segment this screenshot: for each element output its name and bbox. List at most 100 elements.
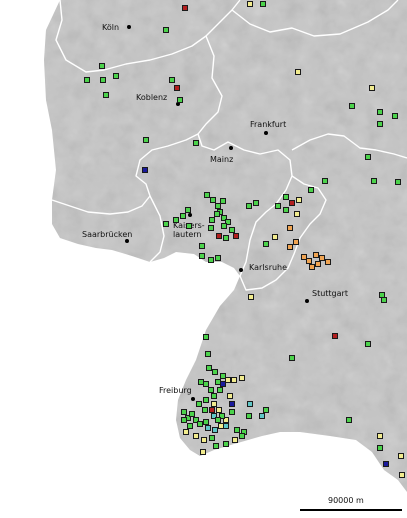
- station-marker-green[interactable]: [209, 217, 215, 223]
- station-marker-red[interactable]: [332, 333, 338, 339]
- station-marker-green[interactable]: [395, 179, 401, 185]
- station-marker-green[interactable]: [283, 207, 289, 213]
- station-marker-cyan[interactable]: [205, 425, 211, 431]
- station-marker-orange[interactable]: [287, 225, 293, 231]
- station-marker-green[interactable]: [143, 137, 149, 143]
- station-marker-green[interactable]: [84, 77, 90, 83]
- station-marker-green[interactable]: [103, 92, 109, 98]
- station-marker-green[interactable]: [186, 223, 192, 229]
- station-marker-yellow[interactable]: [232, 437, 238, 443]
- station-marker-green[interactable]: [217, 387, 223, 393]
- station-marker-blue[interactable]: [142, 167, 148, 173]
- station-marker-green[interactable]: [253, 200, 259, 206]
- station-marker-green[interactable]: [100, 77, 106, 83]
- station-marker-yellow[interactable]: [183, 429, 189, 435]
- station-marker-green[interactable]: [365, 154, 371, 160]
- station-marker-green[interactable]: [213, 443, 219, 449]
- station-marker-red[interactable]: [289, 200, 295, 206]
- station-marker-green[interactable]: [202, 407, 208, 413]
- station-marker-green[interactable]: [381, 297, 387, 303]
- station-marker-green[interactable]: [208, 225, 214, 231]
- station-marker-yellow[interactable]: [296, 197, 302, 203]
- station-marker-orange[interactable]: [325, 259, 331, 265]
- station-marker-green[interactable]: [199, 243, 205, 249]
- station-marker-green[interactable]: [163, 221, 169, 227]
- station-marker-yellow[interactable]: [248, 294, 254, 300]
- station-marker-green[interactable]: [377, 445, 383, 451]
- station-marker-green[interactable]: [203, 397, 209, 403]
- city-label: Koblenz: [136, 93, 168, 102]
- station-marker-blue[interactable]: [229, 401, 235, 407]
- station-marker-green[interactable]: [239, 433, 245, 439]
- station-marker-green[interactable]: [263, 241, 269, 247]
- station-marker-green[interactable]: [177, 97, 183, 103]
- station-marker-green[interactable]: [180, 213, 186, 219]
- station-marker-yellow[interactable]: [398, 453, 404, 459]
- map-view[interactable]: KölnKoblenzFrankfurtMainzSaarbrückenKais…: [0, 0, 407, 518]
- station-marker-yellow[interactable]: [377, 433, 383, 439]
- station-marker-green[interactable]: [260, 1, 266, 7]
- station-marker-green[interactable]: [371, 178, 377, 184]
- station-marker-green[interactable]: [229, 409, 235, 415]
- station-marker-green[interactable]: [223, 235, 229, 241]
- station-marker-yellow[interactable]: [227, 393, 233, 399]
- station-marker-orange[interactable]: [315, 261, 321, 267]
- station-marker-green[interactable]: [208, 257, 214, 263]
- station-marker-green[interactable]: [163, 27, 169, 33]
- station-marker-green[interactable]: [212, 369, 218, 375]
- station-marker-green[interactable]: [221, 223, 227, 229]
- station-marker-green[interactable]: [113, 73, 119, 79]
- station-marker-green[interactable]: [169, 77, 175, 83]
- station-marker-green[interactable]: [377, 109, 383, 115]
- station-marker-blue[interactable]: [220, 381, 226, 387]
- station-marker-green[interactable]: [223, 441, 229, 447]
- station-marker-blue[interactable]: [383, 461, 389, 467]
- station-marker-green[interactable]: [263, 407, 269, 413]
- station-marker-green[interactable]: [377, 121, 383, 127]
- station-marker-green[interactable]: [365, 341, 371, 347]
- station-marker-yellow[interactable]: [272, 234, 278, 240]
- station-marker-green[interactable]: [209, 435, 215, 441]
- station-marker-yellow[interactable]: [295, 69, 301, 75]
- station-marker-cyan[interactable]: [223, 423, 229, 429]
- station-marker-green[interactable]: [346, 417, 352, 423]
- station-marker-green[interactable]: [322, 178, 328, 184]
- station-marker-cyan[interactable]: [247, 401, 253, 407]
- station-marker-yellow[interactable]: [193, 433, 199, 439]
- station-marker-green[interactable]: [215, 255, 221, 261]
- station-marker-green[interactable]: [198, 379, 204, 385]
- station-marker-cyan[interactable]: [259, 413, 265, 419]
- station-marker-orange[interactable]: [309, 264, 315, 270]
- station-marker-green[interactable]: [392, 113, 398, 119]
- station-marker-yellow[interactable]: [231, 377, 237, 383]
- station-marker-yellow[interactable]: [399, 472, 405, 478]
- station-marker-green[interactable]: [308, 187, 314, 193]
- station-marker-yellow[interactable]: [239, 375, 245, 381]
- station-marker-green[interactable]: [349, 103, 355, 109]
- station-marker-green[interactable]: [289, 355, 295, 361]
- station-marker-green[interactable]: [193, 140, 199, 146]
- station-marker-yellow[interactable]: [247, 1, 253, 7]
- station-marker-yellow[interactable]: [369, 85, 375, 91]
- station-marker-red[interactable]: [182, 5, 188, 11]
- station-marker-green[interactable]: [199, 253, 205, 259]
- station-marker-green[interactable]: [211, 393, 217, 399]
- station-marker-red[interactable]: [216, 233, 222, 239]
- station-marker-yellow[interactable]: [200, 449, 206, 455]
- station-marker-green[interactable]: [246, 413, 252, 419]
- station-marker-green[interactable]: [246, 203, 252, 209]
- station-marker-green[interactable]: [173, 217, 179, 223]
- station-marker-red[interactable]: [233, 233, 239, 239]
- station-marker-green[interactable]: [215, 417, 221, 423]
- station-marker-green[interactable]: [220, 198, 226, 204]
- station-marker-red[interactable]: [174, 85, 180, 91]
- station-marker-orange[interactable]: [287, 244, 293, 250]
- station-marker-green[interactable]: [203, 334, 209, 340]
- station-marker-yellow[interactable]: [294, 211, 300, 217]
- station-marker-green[interactable]: [99, 63, 105, 69]
- station-marker-yellow[interactable]: [201, 437, 207, 443]
- station-marker-green[interactable]: [205, 351, 211, 357]
- station-marker-orange[interactable]: [293, 239, 299, 245]
- station-marker-green[interactable]: [275, 203, 281, 209]
- city-dot: [229, 146, 233, 150]
